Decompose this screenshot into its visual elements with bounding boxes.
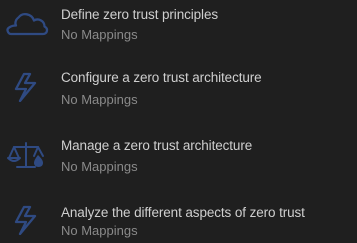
- list-item[interactable]: Configure a zero trust architecture No M…: [0, 66, 357, 110]
- list-item[interactable]: Manage a zero trust architecture No Mapp…: [0, 134, 357, 178]
- lightning-bolt-icon: [4, 72, 50, 102]
- list-item[interactable]: Analyze the different aspects of zero tr…: [0, 199, 357, 243]
- item-title: Analyze the different aspects of zero tr…: [61, 205, 305, 220]
- item-title: Manage a zero trust architecture: [61, 138, 253, 153]
- item-subtitle: No Mappings: [61, 223, 138, 238]
- objectives-list: Define zero trust principles No Mappings…: [0, 0, 357, 243]
- lightning-bolt-icon: [4, 205, 50, 235]
- balance-scale-icon: [4, 140, 50, 170]
- item-subtitle: No Mappings: [61, 27, 138, 42]
- list-item[interactable]: Define zero trust principles No Mappings: [0, 0, 357, 44]
- item-title: Define zero trust principles: [61, 7, 219, 22]
- item-subtitle: No Mappings: [61, 159, 138, 174]
- item-subtitle: No Mappings: [61, 92, 138, 107]
- cloud-icon: [4, 8, 50, 38]
- item-title: Configure a zero trust architecture: [61, 70, 262, 85]
